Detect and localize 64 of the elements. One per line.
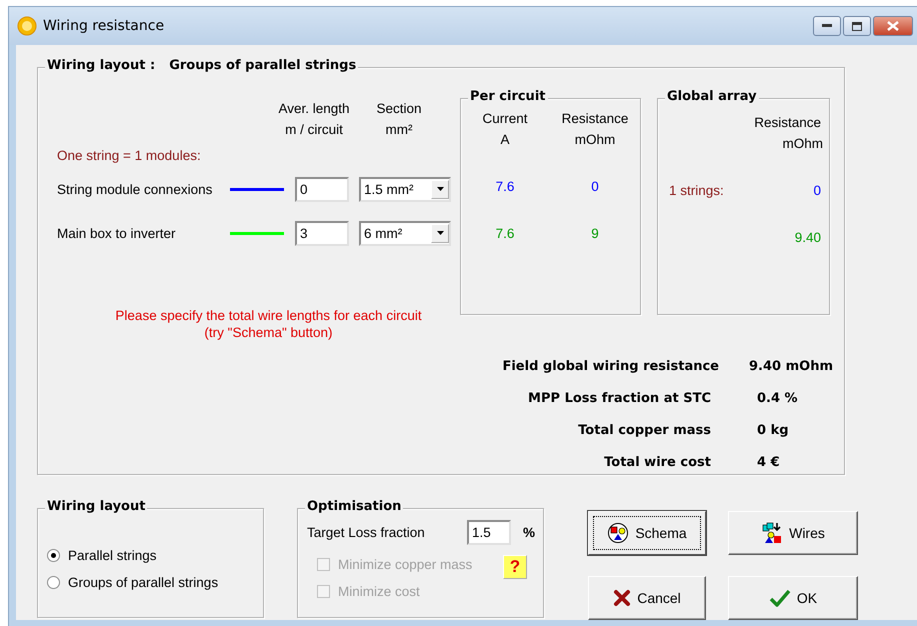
summary-label: MPP Loss fraction at STC <box>527 390 711 408</box>
help-button[interactable]: ? <box>503 555 527 579</box>
current-value: 7.6 <box>496 178 514 196</box>
column-header: Section mm² <box>375 100 423 139</box>
wires-button[interactable]: Wires <box>728 511 858 555</box>
column-header: Resistance <box>562 110 628 128</box>
section-dropdown[interactable]: 1.5 mm² <box>359 176 451 202</box>
layout-name: Groups of parallel strings <box>169 58 356 73</box>
resistance-value: 9 <box>591 225 599 243</box>
unit-label: % <box>523 525 536 540</box>
summary-label: Total wire cost <box>603 454 711 472</box>
radio-button[interactable] <box>47 549 60 562</box>
maximize-icon <box>852 22 862 30</box>
length-field[interactable]: 0 <box>295 176 349 202</box>
minimize-button[interactable] <box>813 16 841 36</box>
circuit-label: Main box to inverter <box>57 226 177 240</box>
current-value: 7.6 <box>496 225 514 243</box>
summary-label: Field global wiring resistance <box>501 358 719 376</box>
schema-icon <box>607 522 630 544</box>
hint-message: Please specify the total wire lengths for each circuit (try "Schema" button) <box>114 307 423 341</box>
length-field[interactable]: 3 <box>295 220 349 246</box>
strings-count: 1 strings: <box>669 182 724 200</box>
resistance-value: 0 <box>591 178 599 196</box>
summary-value: 0.4 % <box>756 390 799 408</box>
schema-button[interactable]: Schema <box>588 511 706 555</box>
group-title: Wiring layout : <box>47 58 156 73</box>
close-button[interactable] <box>873 16 913 36</box>
section-dropdown[interactable]: 6 mm² <box>359 220 451 246</box>
group-title: Per circuit <box>470 89 546 104</box>
cross-icon <box>613 589 632 607</box>
window-title: Wiring resistance <box>43 18 166 34</box>
summary-label: Total copper mass <box>577 422 711 440</box>
radio-option[interactable]: Groups of parallel strings <box>47 569 264 596</box>
group-title: Global array <box>667 89 757 104</box>
string-note: One string = 1 modules: <box>57 148 202 163</box>
radio-button[interactable] <box>47 576 60 589</box>
dropdown-arrow-icon <box>436 231 444 235</box>
column-header: Resistance <box>754 114 821 132</box>
unit-label: A <box>500 131 510 149</box>
maximize-button[interactable] <box>843 16 871 36</box>
resistance-value: 9.40 <box>794 229 821 247</box>
cancel-button[interactable]: Cancel <box>588 576 706 620</box>
resistance-value: 0 <box>813 182 821 200</box>
ok-button[interactable]: OK <box>728 576 858 620</box>
target-field[interactable]: 1.5 <box>467 520 511 545</box>
option-label: Groups of parallel strings <box>68 575 218 590</box>
summary-value: 0 kg <box>756 422 790 440</box>
circuit-label: String module connexions <box>57 182 214 196</box>
target-label: Target Loss fraction <box>307 525 426 540</box>
sun-icon <box>17 16 37 36</box>
minimize-icon <box>822 24 832 28</box>
unit-label: mOhm <box>782 135 823 153</box>
dropdown-arrow-icon <box>436 187 444 191</box>
option-label: Parallel strings <box>68 548 157 563</box>
group-title: Optimisation <box>307 499 402 514</box>
radio-option[interactable]: Parallel strings <box>47 542 264 569</box>
summary-value: 4 € <box>756 454 781 472</box>
close-icon <box>887 21 899 31</box>
blocks-icon <box>761 522 784 544</box>
unit-label: mOhm <box>574 131 616 149</box>
group-title: Wiring layout <box>47 499 146 514</box>
column-header: Current <box>482 110 528 128</box>
checkmark-icon <box>768 589 791 607</box>
column-header: Aver. length m / circuit <box>277 100 351 139</box>
